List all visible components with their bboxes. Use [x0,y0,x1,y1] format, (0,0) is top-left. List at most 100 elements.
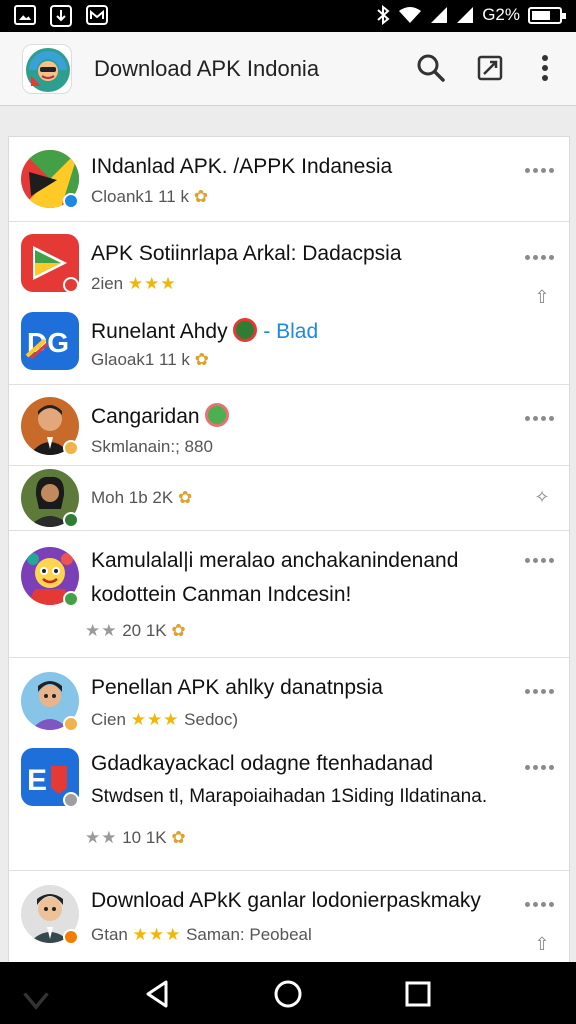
list-item[interactable]: Cangaridan Skmlanain:; 880 [9,385,569,465]
overflow-menu-icon [542,55,548,81]
item-title: Download APkK ganlar lodonierpaskmaky [91,889,481,912]
star-rating: ★★ [85,828,118,847]
signal-icon [431,7,448,23]
star-rating: ★★★ [127,274,177,293]
badge-icon [63,716,79,732]
more-options-button[interactable] [525,252,555,262]
list-item[interactable]: Moh 1b 2K ✿ ✧ [9,466,569,530]
more-options-button[interactable] [525,555,555,565]
list-item[interactable]: Download APkK ganlar lodonierpaskmaky Gt… [9,871,569,962]
battery-icon [528,6,566,24]
more-options-button[interactable] [525,686,555,696]
item-subtitle: Gtan ★★★ Saman: Peobeal [91,925,312,945]
item-meta: Gtan [91,925,128,944]
item-title-text: Runelant Ahdy [91,320,228,343]
badge-icon [63,277,79,293]
item-subtitle: Cien ★★★ Sedoc) [91,710,238,730]
item-subtitle: Glaoak1 11 k ✿ [91,350,209,370]
badge-icon [63,792,79,808]
more-options-button[interactable] [525,762,555,772]
item-title: Cangaridan [91,403,230,429]
item-title-text: Cangaridan [91,405,200,428]
list-item[interactable]: APK Sotiinrlapa Arkal: Dadacpsia 2ien ★★… [9,222,569,307]
item-title: Gdadkayackacl odagne ftenhadanad [91,752,434,775]
notification-icons [14,5,108,27]
item-title: Runelant Ahdy - Blad [91,318,318,344]
item-meta: Moh 1b 2K [91,488,174,507]
item-subtitle: Skmlanain:; 880 [91,437,213,456]
paw-icon: ✿ [177,488,193,507]
item-subtitle: Moh 1b 2K ✿ [91,488,192,508]
image-icon [14,5,36,25]
star-rating: ★★ [85,621,118,640]
paw-icon: ✿ [193,187,208,206]
signal-icon [457,7,474,23]
pin-icon[interactable]: ✧ [531,486,553,508]
item-title-suffix: - Blad [263,320,319,343]
list-item[interactable]: Penellan APK ahlky danatnpsia Cien ★★★ S… [9,658,569,734]
wifi-icon [399,7,422,23]
home-icon[interactable] [272,978,304,1010]
item-meta-extra: Saman: Peobeal [186,925,312,944]
item-subtitle: Cloank1 11 k ✿ [91,187,208,207]
badge-icon [63,512,79,528]
badge-icon [63,193,79,209]
svg-text:E: E [27,764,47,797]
item-meta: 10 1K [122,828,167,847]
item-meta: Glaoak1 11 k [91,350,190,369]
item-rating: ★★ 20 1K ✿ [85,621,186,641]
svg-text:DG: DG [27,327,69,358]
bluetooth-icon [377,5,390,25]
more-options-button[interactable] [525,165,555,175]
app-list: INdanlad APK. /APPK Indanesia Cloank1 11… [8,136,570,962]
edit-button[interactable] [472,50,508,86]
overflow-menu-button[interactable] [527,50,563,86]
item-description: kodottein Canman Indcesin! [91,583,352,606]
battery-percent: G2% [482,5,520,24]
item-meta: 2ien [91,274,124,293]
paw-icon: ✿ [171,828,186,847]
list-item[interactable]: DG Runelant Ahdy - Blad Glaoak1 11 k ✿ [9,302,569,384]
more-options-button[interactable] [525,413,555,423]
more-options-button[interactable] [525,899,555,909]
recents-icon[interactable] [402,978,434,1010]
star-rating: ★★★ [130,710,180,729]
flag-icon [233,318,258,342]
emoji-icon [205,403,230,427]
badge-icon [63,929,79,945]
item-meta: Cien [91,710,126,729]
collapse-icon[interactable] [20,982,52,1014]
item-meta: Cloank1 11 k [91,187,189,206]
app-bar: Download APK Indonia [0,32,576,106]
upload-icon[interactable]: ⇧ [531,933,553,955]
item-subtitle: 2ien ★★★ [91,274,177,294]
back-icon[interactable] [142,978,174,1010]
item-title: APK Sotiinrlapa Arkal: Dadacpsia [91,242,402,265]
navigation-bar [0,962,576,1024]
list-item[interactable]: Kamulalal|i meralao anchakanindenand kod… [9,531,569,657]
item-description: Stwdsen tl, Marapoiaihadan 1Siding Ildat… [91,786,488,807]
app-title: Download APK Indonia [94,56,320,81]
list-item[interactable]: INdanlad APK. /APPK Indanesia Cloank1 11… [9,137,569,221]
item-rating: ★★ 10 1K ✿ [85,828,186,848]
app-icon-avatar: DG [21,312,79,370]
paw-icon: ✿ [171,621,186,640]
item-title: INdanlad APK. /APPK Indanesia [91,155,393,178]
content-area: INdanlad APK. /APPK Indanesia Cloank1 11… [0,106,576,962]
badge-icon [63,591,79,607]
system-icons: G2% [376,5,566,25]
search-button[interactable] [413,50,449,86]
star-rating: ★★★ [132,925,182,944]
edit-icon [477,55,503,81]
download-icon [50,5,72,27]
item-meta: 20 1K [122,621,167,640]
item-title: Kamulalal|i meralao anchakanindenand [91,549,459,572]
search-icon [417,54,445,82]
item-title: Penellan APK ahlky danatnpsia [91,676,383,699]
status-bar: G2% [0,0,576,32]
badge-icon [63,440,79,456]
list-item[interactable]: E Gdadkayackacl odagne ftenhadanad Stwds… [9,734,569,870]
app-logo [22,44,72,94]
item-meta-extra: Sedoc) [184,710,239,729]
app-icon [86,5,108,25]
